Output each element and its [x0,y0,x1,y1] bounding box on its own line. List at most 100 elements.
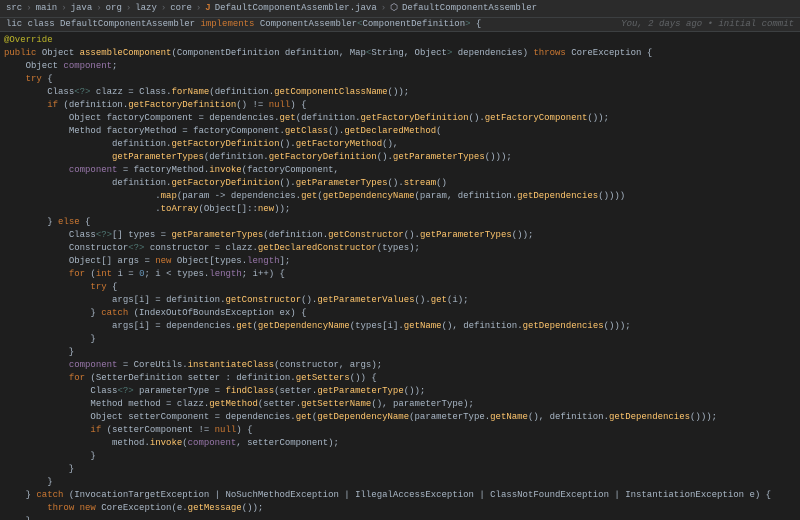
breadcrumb[interactable]: src › main › java › org › lazy › core › … [0,0,800,18]
code-token: CoreException [571,48,647,58]
code-token: getFactoryMethod [296,139,382,149]
code-line[interactable]: .map(param -> dependencies.get(getDepend… [4,190,800,203]
code-line[interactable]: Constructor<?> constructor = clazz.getDe… [4,242,800,255]
code-editor[interactable]: @Override public Object assembleComponent… [0,32,800,520]
code-line[interactable]: try { [4,73,800,86]
code-line[interactable]: Object setterComponent = dependencies.ge… [4,411,800,424]
code-token: : [225,373,236,383]
code-token: , [236,438,247,448]
code-line[interactable]: } [4,476,800,489]
code-token: factoryComponent [107,113,199,123]
code-line[interactable]: args[i] = definition.getConstructor().ge… [4,294,800,307]
code-token: setterComponent [128,412,214,422]
code-token: clazz [225,243,252,253]
code-token: try [90,282,112,292]
code-line[interactable]: Object factoryComponent = dependencies.g… [4,112,800,125]
code-line[interactable]: getParameterTypes(definition.getFactoryD… [4,151,800,164]
code-token: factoryMethod [107,126,183,136]
code-token: ()))) [598,191,625,201]
code-token: args [112,321,134,331]
code-token: CoreException [101,503,171,513]
code-token: { [47,74,52,84]
code-token: . [4,204,161,214]
code-line[interactable]: } catch (IndexOutOfBoundsException ex) { [4,307,800,320]
code-line[interactable]: if (definition.getFactoryDefinition() !=… [4,99,800,112]
code-line[interactable]: definition.getFactoryDefinition().getPar… [4,177,800,190]
code-token: definition [458,191,512,201]
code-token [4,321,112,331]
code-token: invoke [209,165,241,175]
java-file-icon: J [205,2,210,15]
breadcrumb-part[interactable]: src [6,2,22,15]
code-token [4,243,69,253]
breadcrumb-part[interactable]: org [106,2,122,15]
code-token: length [209,269,241,279]
code-token: = [144,256,155,266]
code-line[interactable]: } [4,346,800,359]
code-line[interactable]: Object component; [4,60,800,73]
code-token: Object [177,256,209,266]
code-line[interactable]: Class<?>[] types = getParameterTypes(def… [4,229,800,242]
breadcrumb-file[interactable]: DefaultComponentAssembler.java [215,2,377,15]
code-line[interactable]: Object[] args = new Object[types.length]… [4,255,800,268]
code-line[interactable]: public Object assembleComponent(Componen… [4,47,800,60]
code-token: <?> [96,230,112,240]
code-line[interactable]: for (int i = 0; i < types.length; i++) { [4,268,800,281]
code-token: ; [242,269,253,279]
code-line[interactable]: } catch (InvocationTargetException | NoS… [4,489,800,502]
code-token: parameterType [393,399,463,409]
code-token: , [339,360,350,370]
code-token: parameterType [139,386,215,396]
code-line[interactable]: component = factoryMethod.invoke(factory… [4,164,800,177]
code-token [4,87,47,97]
code-token [4,282,90,292]
breadcrumb-part[interactable]: lazy [135,2,157,15]
code-token: getSetters [296,373,350,383]
breadcrumb-part[interactable]: core [170,2,192,15]
code-line[interactable]: Method factoryMethod = factoryComponent.… [4,125,800,138]
code-token: component [63,61,112,71]
code-line[interactable]: method.invoke(component, setterComponent… [4,437,800,450]
code-line[interactable]: .toArray(Object[]::new)); [4,203,800,216]
code-token: ) { [290,100,306,110]
code-token: ) { [290,308,306,318]
code-token: ( [436,126,441,136]
code-token [4,74,26,84]
code-token: component [69,165,123,175]
code-token: types [382,243,409,253]
code-token: } [4,217,58,227]
code-line[interactable]: } [4,515,800,520]
breadcrumb-member[interactable]: DefaultComponentAssembler [402,2,537,15]
code-token: -> [215,191,231,201]
breadcrumb-part[interactable]: main [36,2,58,15]
code-line[interactable]: if (setterComponent != null) { [4,424,800,437]
code-line[interactable]: } else { [4,216,800,229]
code-line[interactable]: component = CoreUtils.instantiateClass(c… [4,359,800,372]
code-token: getMessage [188,503,242,513]
code-line[interactable]: Class<?> clazz = Class.forName(definitio… [4,86,800,99]
code-token: getSetterName [301,399,371,409]
code-line[interactable]: } [4,463,800,476]
code-line[interactable]: } [4,333,800,346]
git-blame-lens[interactable]: You, 2 days ago • initial commit [621,18,794,31]
code-token: getFactoryDefinition [128,100,236,110]
code-token [4,295,112,305]
code-line[interactable]: args[i] = dependencies.get(getDependency… [4,320,800,333]
code-line[interactable]: for (SetterDefinition setter : definitio… [4,372,800,385]
code-token: (). [469,113,485,123]
code-line[interactable]: throw new CoreException(e.getMessage()); [4,502,800,515]
code-line[interactable]: } [4,450,800,463]
code-token: ); [371,360,382,370]
code-line[interactable]: definition.getFactoryDefinition().getFac… [4,138,800,151]
code-line[interactable]: Class<?> parameterType = findClass(sette… [4,385,800,398]
code-token: @Override [4,35,53,45]
code-token: method [128,399,166,409]
code-token: getComponentClassName [274,87,387,97]
code-token: factoryComponent [193,126,279,136]
breadcrumb-part[interactable]: java [71,2,93,15]
code-line[interactable]: Method method = clazz.getMethod(setter.g… [4,398,800,411]
code-token: dependencies [458,48,523,58]
code-token: . [4,191,161,201]
code-line[interactable]: @Override [4,34,800,47]
code-line[interactable]: try { [4,281,800,294]
